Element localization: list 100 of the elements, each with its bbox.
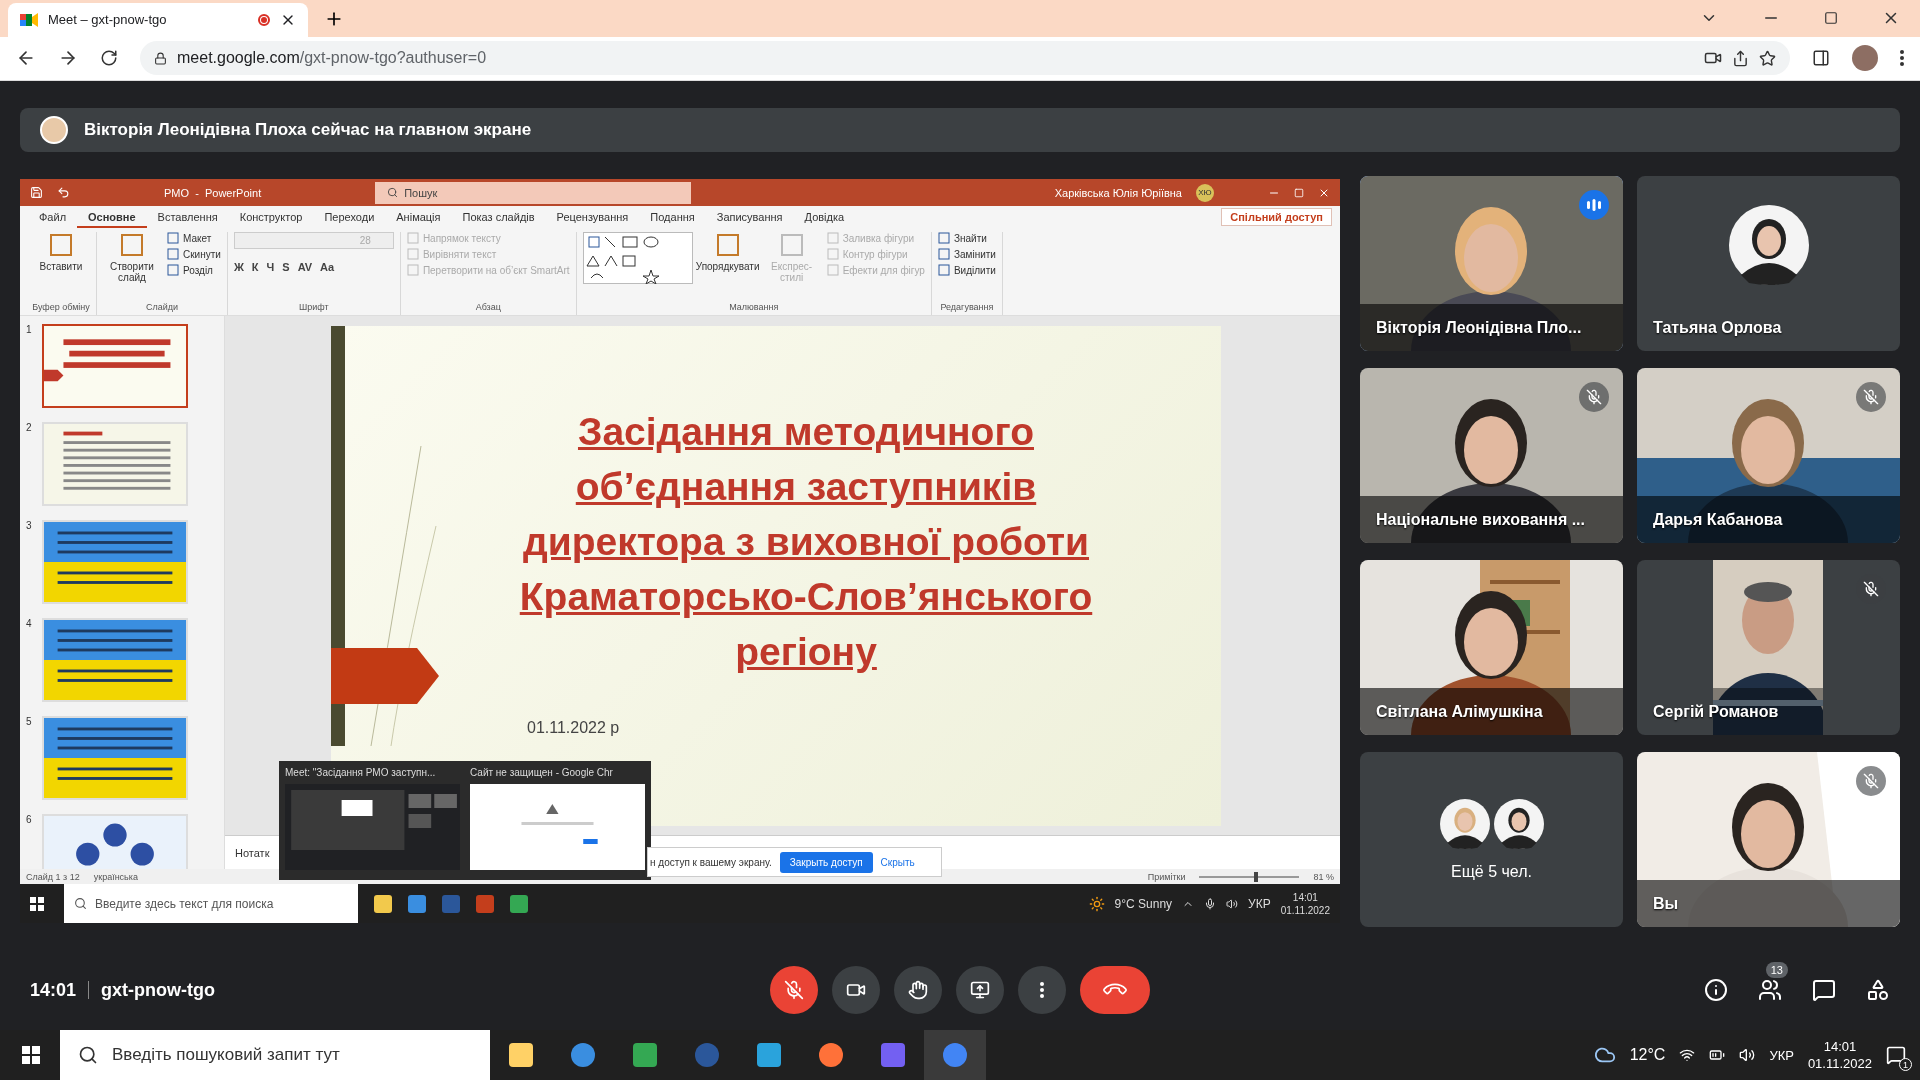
clock[interactable]: 14:01 01.11.2022 xyxy=(1807,1038,1872,1072)
ribbon-tab[interactable]: Рецензування xyxy=(545,206,640,228)
participant-tile[interactable]: Світлана Алімушкіна xyxy=(1360,560,1623,735)
ribbon-button[interactable]: Вставити xyxy=(32,232,90,272)
participant-name: Вы xyxy=(1653,895,1679,913)
ribbon-tab[interactable]: Вставлення xyxy=(146,206,229,228)
zoom-thumb[interactable] xyxy=(1254,871,1259,882)
star-icon[interactable] xyxy=(1759,49,1776,67)
windows-logo-icon[interactable] xyxy=(22,1046,40,1064)
chat-icon[interactable] xyxy=(1812,978,1836,1002)
participant-name: Сергій Романов xyxy=(1653,703,1779,721)
microphone-button[interactable] xyxy=(770,966,818,1014)
search-field[interactable]: Введите здесь текст для поиска xyxy=(64,884,358,923)
taskbar-app-icon[interactable] xyxy=(374,894,392,913)
preview-title[interactable]: Сайт не защищен - Google Chr xyxy=(470,767,645,778)
user-initials: ХЮ xyxy=(1196,183,1214,202)
ribbon-tab[interactable]: Довідка xyxy=(793,206,856,228)
undo-icon[interactable] xyxy=(57,186,70,199)
ribbon-tab[interactable]: Файл xyxy=(28,206,78,228)
ribbon-button[interactable]: Упорядкувати xyxy=(698,232,757,272)
stop-sharing-button[interactable]: Закрыть доступ xyxy=(779,851,873,873)
meeting-code: gxt-pnow-tgo xyxy=(101,979,215,1001)
format-button[interactable]: S xyxy=(282,261,290,273)
ribbon-tab[interactable]: Подання xyxy=(639,206,706,228)
side-panel-icon[interactable] xyxy=(1812,49,1830,68)
participant-tile[interactable]: Вікторія Леонідівна Пло... xyxy=(1360,176,1623,351)
taskbar-app-icon[interactable] xyxy=(408,894,426,913)
ribbon-button[interactable]: Замінити xyxy=(937,248,996,260)
url-text: meet.google.com/gxt-pnow-tgo?authuser=0 xyxy=(177,49,488,68)
ribbon-tab[interactable]: Записування xyxy=(705,206,794,228)
ribbon-group-label: Шрифт xyxy=(298,302,330,314)
ribbon-group-label: Малювання xyxy=(728,302,780,314)
format-button[interactable]: AV xyxy=(297,261,313,273)
participant-tile[interactable]: Дарья Кабанова xyxy=(1637,368,1900,543)
browser-tab[interactable]: Meet – gxt-pnow-tgo xyxy=(8,2,308,37)
notes-button[interactable]: Примітки xyxy=(1147,871,1186,882)
participant-tile[interactable]: Сергій Романов xyxy=(1637,560,1900,735)
ribbon-tab[interactable]: Анімація xyxy=(385,206,452,228)
weather-text: 12°C xyxy=(1629,1046,1666,1064)
search-field[interactable]: Введіть пошуковий запит тут xyxy=(60,1030,490,1080)
search-field[interactable]: Пошук xyxy=(375,181,692,204)
participant-tile[interactable]: Національне виховання ... xyxy=(1360,368,1623,543)
profile-avatar[interactable] xyxy=(1852,45,1878,72)
taskbar-app-icon[interactable] xyxy=(510,894,528,913)
slide-number: 5 xyxy=(26,716,33,727)
leave-call-button[interactable] xyxy=(1080,966,1150,1014)
ribbon-tab[interactable]: Переходи xyxy=(313,206,386,228)
taskbar-app-icon[interactable] xyxy=(756,1042,782,1068)
raise-hand-button[interactable] xyxy=(894,966,942,1014)
hide-link[interactable]: Скрыть xyxy=(880,856,915,868)
ribbon-button[interactable]: Скинути xyxy=(167,248,221,260)
participant-name: Світлана Алімушкіна xyxy=(1376,703,1543,721)
format-button[interactable]: Ч xyxy=(266,261,275,273)
ribbon-group-label: Буфер обміну xyxy=(32,302,90,314)
wifi-icon xyxy=(1679,1047,1696,1063)
ribbon-tab[interactable]: Основне xyxy=(77,206,147,228)
ribbon-large-icon xyxy=(778,232,805,258)
ribbon-button[interactable]: Створити слайд xyxy=(103,232,161,283)
participant-tile[interactable]: Вы xyxy=(1637,752,1900,927)
address-bar[interactable]: meet.google.com/gxt-pnow-tgo?authuser=0 xyxy=(140,41,1790,76)
info-icon[interactable] xyxy=(1704,978,1728,1002)
shapes-gallery-icon[interactable] xyxy=(582,232,693,284)
menu-icon xyxy=(1040,982,1044,998)
activities-icon[interactable] xyxy=(1866,978,1890,1002)
slide-title-line: регіону xyxy=(735,629,877,675)
language-indicator[interactable]: УКР xyxy=(1248,896,1271,911)
format-button[interactable]: Ж xyxy=(233,261,244,273)
present-button[interactable] xyxy=(956,966,1004,1014)
ribbon-button[interactable]: Знайти xyxy=(937,232,996,244)
camera-button[interactable] xyxy=(832,966,880,1014)
maximize-icon[interactable] xyxy=(1824,11,1838,26)
ribbon-button[interactable]: Макет xyxy=(167,232,221,244)
hand-icon xyxy=(908,980,928,1000)
participant-tile[interactable]: Ещё 5 чел. xyxy=(1360,752,1623,927)
taskbar-app-icon[interactable] xyxy=(508,1042,534,1068)
menu-icon[interactable] xyxy=(1900,50,1904,67)
language-indicator[interactable]: УКР xyxy=(1769,1047,1794,1063)
format-button[interactable]: Aa xyxy=(320,261,335,273)
search-icon xyxy=(387,187,399,198)
preview-title[interactable]: Meet: "Засідання РМО заступн... xyxy=(285,767,460,778)
clock[interactable]: 14:01 01.11.2022 xyxy=(1280,890,1330,917)
ribbon-tab[interactable]: Показ слайдів xyxy=(451,206,546,228)
reload-icon[interactable] xyxy=(100,49,118,68)
windows-logo-icon[interactable] xyxy=(30,896,44,911)
people-icon[interactable] xyxy=(1758,978,1782,1002)
ribbon-tab[interactable]: Конструктор xyxy=(228,206,314,228)
share-icon[interactable] xyxy=(1732,49,1749,67)
save-icon[interactable] xyxy=(30,186,43,199)
share-button[interactable]: Спільний доступ xyxy=(1221,208,1332,226)
taskbar-app-icon[interactable] xyxy=(632,1042,658,1068)
ribbon-button[interactable]: Розділ xyxy=(167,264,221,276)
ribbon-button[interactable]: Виділити xyxy=(937,264,996,276)
slide-date: 01.11.2022 р xyxy=(527,719,620,737)
taskbar-app-icon[interactable] xyxy=(570,1042,596,1068)
more-options-button[interactable] xyxy=(1018,966,1066,1014)
participant-tile[interactable]: Татьяна Орлова xyxy=(1637,176,1900,351)
speaker-icon xyxy=(1739,1047,1756,1063)
format-button[interactable]: К xyxy=(251,261,259,273)
participant-name: Національне виховання ... xyxy=(1376,511,1585,529)
taskbar-app-icon[interactable] xyxy=(818,1042,844,1068)
